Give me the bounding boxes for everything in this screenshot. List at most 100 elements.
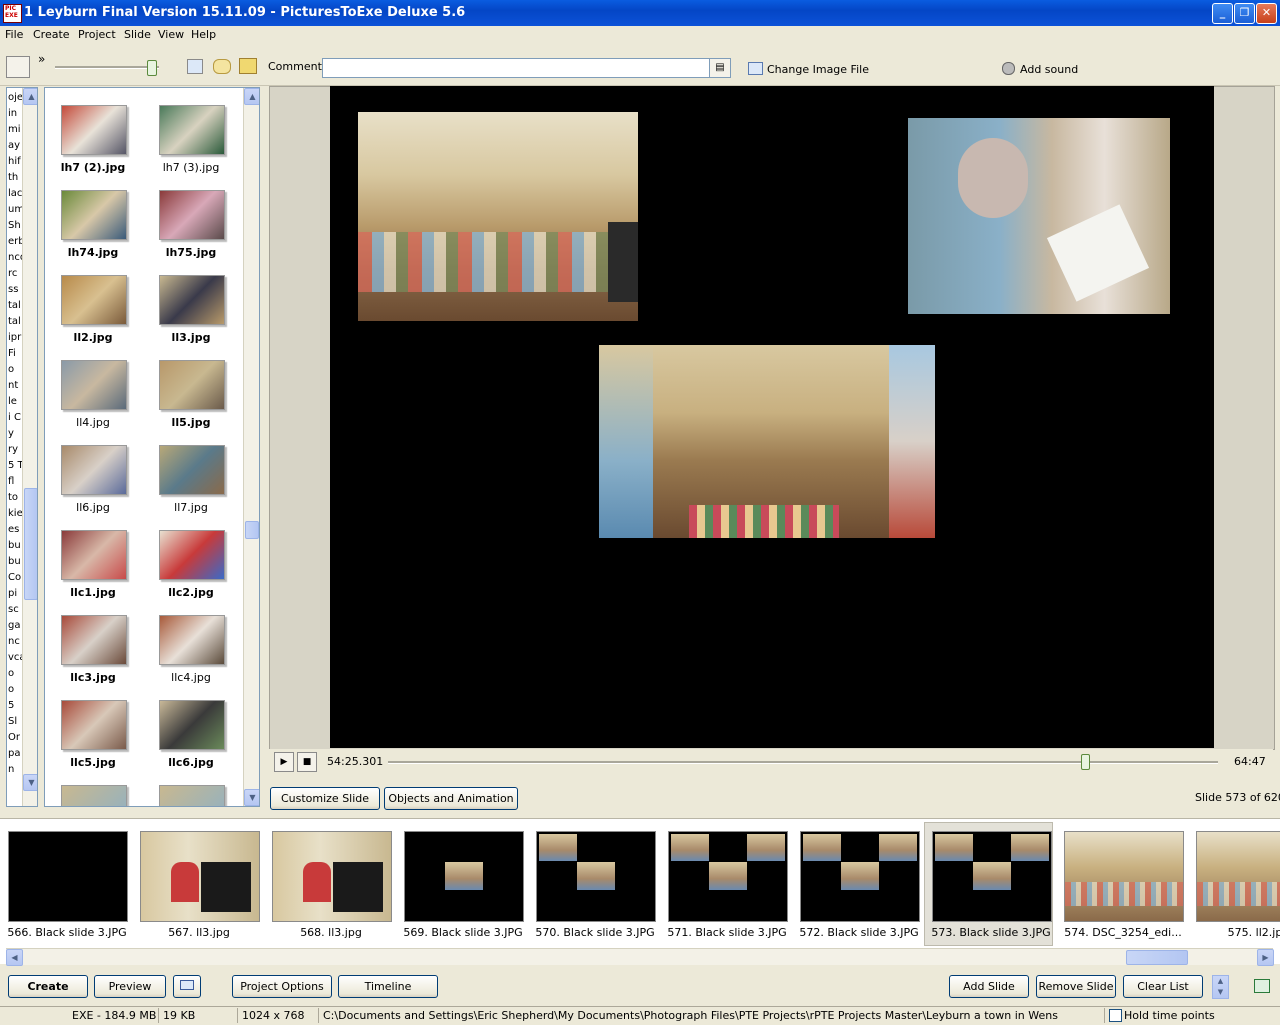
preview-photo-hall [358, 112, 638, 321]
window-icon [180, 980, 194, 990]
folder-view-icon[interactable] [187, 59, 203, 74]
add-sound-button[interactable]: Add sound [1002, 62, 1078, 76]
add-slide-button[interactable]: Add Slide [949, 975, 1029, 998]
menu-file[interactable]: File [5, 28, 23, 41]
slide-label: 566. Black slide 3.JPG [7, 926, 127, 939]
thumbnail-scrollbar[interactable]: ▲ ▼ [243, 88, 259, 806]
drive-icon[interactable] [6, 56, 30, 78]
scroll-up-icon[interactable]: ▲ [23, 88, 37, 105]
change-image-file-button[interactable]: Change Image File [748, 62, 869, 76]
image-thumbnail[interactable] [159, 530, 225, 580]
image-thumbnail[interactable] [159, 190, 225, 240]
slide-label: 573. Black slide 3.JPG [931, 926, 1051, 939]
preview-button[interactable]: Preview [94, 975, 166, 998]
slide-label: 574. DSC_3254_edi... [1064, 926, 1182, 939]
add-sound-label: Add sound [1020, 63, 1079, 76]
image-thumbnail[interactable] [159, 700, 225, 750]
slide-thumbnail[interactable] [668, 831, 788, 922]
folder-up-icon[interactable] [239, 58, 257, 74]
menu-create[interactable]: Create [33, 28, 70, 41]
remove-slide-button[interactable]: Remove Slide [1036, 975, 1116, 998]
slide-preview[interactable] [330, 86, 1214, 748]
app-icon[interactable]: PIC EXE [3, 4, 22, 23]
slide-list-scroll-thumb[interactable] [1126, 950, 1188, 965]
timeline-button[interactable]: Timeline [338, 975, 438, 998]
scroll-up-icon[interactable]: ▲ [244, 88, 259, 105]
image-thumbnail[interactable] [61, 105, 127, 155]
image-thumbnail-label: ll4.jpg [76, 416, 110, 429]
folder-tree[interactable]: oje in mi ay hif th lac um Sh erb nco rc ss tal tal ipr… [6, 87, 38, 807]
image-file-icon [748, 62, 763, 75]
image-thumbnail-panel: lh7 (2).jpg lh7 (3).jpg lh74.jpg lh75.jpg ll… [44, 87, 260, 807]
slide-thumbnail[interactable] [800, 831, 920, 922]
slide-order-spinner[interactable]: ▲ ▼ [1212, 975, 1229, 999]
image-thumbnail[interactable] [159, 785, 225, 806]
total-time: 64:47 [1234, 755, 1266, 768]
project-options-button[interactable]: Project Options [232, 975, 332, 998]
slide-list-scrollbar[interactable]: ◀ ▶ [6, 948, 1274, 966]
slide-label: 572. Black slide 3.JPG [799, 926, 919, 939]
maximize-button[interactable]: ❐ [1234, 3, 1255, 24]
image-thumbnail[interactable] [159, 105, 225, 155]
image-thumbnail[interactable] [159, 615, 225, 665]
image-thumbnail[interactable] [159, 360, 225, 410]
status-divider [237, 1008, 238, 1023]
play-button[interactable]: ▶ [274, 752, 294, 772]
slide-label: 575. ll2.jp [1227, 926, 1280, 939]
image-thumbnail[interactable] [61, 360, 127, 410]
slide-thumbnail[interactable] [272, 831, 392, 922]
thumbnail-size-slider[interactable] [55, 66, 159, 69]
thumbnail-scroll-thumb[interactable] [245, 521, 259, 539]
speaker-icon [1002, 62, 1015, 75]
menu-project[interactable]: Project [78, 28, 116, 41]
image-thumbnail[interactable] [61, 445, 127, 495]
image-thumbnail[interactable] [61, 785, 127, 806]
slide-label: 570. Black slide 3.JPG [535, 926, 655, 939]
clear-list-button[interactable]: Clear List [1123, 975, 1203, 998]
comment-edit-button[interactable]: ▤ [709, 58, 731, 78]
image-thumbnail[interactable] [61, 190, 127, 240]
menu-view[interactable]: View [158, 28, 184, 41]
folder-tree-scrollbar[interactable]: ▲ ▼ [22, 88, 37, 806]
open-folder-icon[interactable] [213, 59, 231, 74]
slide-thumbnail[interactable] [140, 831, 260, 922]
timeline-slider[interactable] [388, 761, 1218, 764]
minimize-button[interactable]: _ [1212, 3, 1233, 24]
status-divider [158, 1008, 159, 1023]
scroll-down-icon[interactable]: ▼ [23, 774, 37, 791]
scroll-down-icon[interactable]: ▼ [244, 789, 259, 806]
fullscreen-preview-button[interactable] [173, 975, 201, 998]
image-thumbnail[interactable] [61, 530, 127, 580]
thumbnail-size-slider-thumb[interactable] [147, 60, 157, 76]
image-thumbnail-label: ll6.jpg [76, 501, 110, 514]
image-thumbnail-label: llc1.jpg [70, 586, 116, 599]
customize-slide-button[interactable]: Customize Slide [270, 787, 380, 810]
image-thumbnail[interactable] [159, 445, 225, 495]
menu-help[interactable]: Help [191, 28, 216, 41]
folder-tree-scroll-thumb[interactable] [24, 488, 37, 600]
objects-and-animation-button[interactable]: Objects and Animation [384, 787, 518, 810]
image-thumbnail[interactable] [159, 275, 225, 325]
hold-time-points-checkbox[interactable] [1109, 1009, 1122, 1022]
image-thumbnail-label: lh7 (3).jpg [162, 161, 220, 174]
image-thumbnail[interactable] [61, 275, 127, 325]
slide-thumbnail[interactable] [536, 831, 656, 922]
comment-input[interactable] [322, 58, 710, 78]
window-toggle-icon[interactable] [1254, 979, 1270, 993]
stop-button[interactable]: ■ [297, 752, 317, 772]
slide-thumbnail[interactable] [8, 831, 128, 922]
slide-thumbnail[interactable] [1196, 831, 1280, 922]
slide-thumbnail[interactable] [404, 831, 524, 922]
image-thumbnail[interactable] [61, 615, 127, 665]
timeline-slider-thumb[interactable] [1081, 754, 1090, 770]
scroll-right-icon[interactable]: ▶ [1257, 949, 1274, 966]
slide-thumbnail[interactable] [1064, 831, 1184, 922]
scroll-left-icon[interactable]: ◀ [6, 949, 23, 966]
toolbar-chevron[interactable]: » [38, 52, 45, 66]
close-button[interactable]: ✕ [1256, 3, 1277, 24]
create-button[interactable]: Create [8, 975, 88, 998]
image-thumbnail[interactable] [61, 700, 127, 750]
status-divider [1104, 1008, 1105, 1023]
slide-thumbnail[interactable] [932, 831, 1052, 922]
menu-slide[interactable]: Slide [124, 28, 151, 41]
